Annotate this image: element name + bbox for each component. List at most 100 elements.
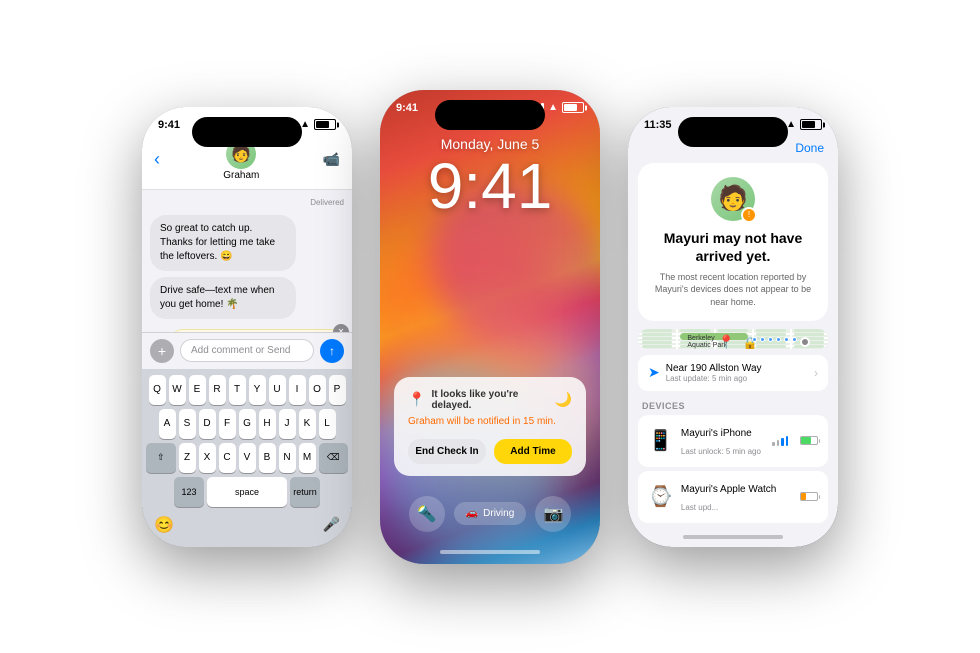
main-scene: 9:41 ▲ ‹ 🧑 (0, 0, 980, 653)
back-button[interactable]: ‹ (154, 149, 160, 170)
key-l[interactable]: L (319, 409, 336, 439)
key-v[interactable]: V (239, 443, 256, 473)
key-c[interactable]: C (219, 443, 236, 473)
device-row-watch[interactable]: ⌚ Mayuri's Apple Watch Last upd... (638, 471, 828, 523)
key-delete[interactable]: ⌫ (319, 443, 349, 473)
key-b[interactable]: B (259, 443, 276, 473)
location-row[interactable]: ➤ Near 190 Allston Way Last update: 5 mi… (638, 355, 828, 391)
key-y[interactable]: Y (249, 375, 266, 405)
key-e[interactable]: E (189, 375, 206, 405)
alert-warning-badge: ! (741, 207, 757, 223)
message-bubble-2: Drive safe—text me when you get home! 🌴 (150, 277, 296, 319)
key-return[interactable]: return (290, 477, 320, 507)
message-body: Delivered So great to catch up. Thanks f… (142, 190, 352, 332)
key-r[interactable]: R (209, 375, 226, 405)
driving-pill[interactable]: 🚗 Driving (454, 502, 527, 525)
dynamic-island-2 (435, 100, 545, 130)
key-space[interactable]: space (207, 477, 287, 507)
flashlight-button[interactable]: 🔦 (409, 496, 445, 532)
device-name-iphone: Mayuri's iPhone (681, 428, 752, 439)
alert-avatar-wrap: 🧑 ! (711, 177, 755, 221)
key-o[interactable]: O (309, 375, 326, 405)
mic-button[interactable]: 🎤 (319, 512, 344, 537)
keyboard-row-4: 123 space return (146, 477, 348, 507)
key-j[interactable]: J (279, 409, 296, 439)
message-input-bar: + Add comment or Send ↑ (142, 332, 352, 369)
location-info-left: ➤ Near 190 Allston Way Last update: 5 mi… (648, 363, 762, 383)
key-s[interactable]: S (179, 409, 196, 439)
send-button[interactable]: ↑ (320, 339, 344, 363)
key-a[interactable]: A (159, 409, 176, 439)
alert-card: 🧑 ! Mayuri may not have arrived yet. The… (638, 163, 828, 321)
alert-status-time: 11:35 (644, 119, 672, 131)
key-u[interactable]: U (269, 375, 286, 405)
alert-screen: 11:35 ▲ Done (628, 107, 838, 547)
key-k[interactable]: K (299, 409, 316, 439)
keyboard: Q W E R T Y U I O P A S D (142, 369, 352, 547)
lock-notif-buttons: End Check In Add Time (408, 439, 572, 464)
messages-screen: 9:41 ▲ ‹ 🧑 (142, 107, 352, 547)
map-background: BerkeleyAquatic Park 📍 🔒 (638, 329, 828, 349)
key-d[interactable]: D (199, 409, 216, 439)
key-g[interactable]: G (239, 409, 256, 439)
device-name-watch: Mayuri's Apple Watch (681, 484, 776, 495)
device-update-iphone: Last unlock: 5 min ago (681, 447, 761, 456)
key-q[interactable]: Q (149, 375, 166, 405)
lock-content: 9:41 ▲ Monday, June 5 9:41 (380, 90, 600, 564)
key-p[interactable]: P (329, 375, 346, 405)
checkin-app-icon: 📍 (408, 391, 425, 408)
done-button[interactable]: Done (795, 141, 824, 155)
lock-notif-title: It looks like you're delayed. (431, 389, 548, 411)
key-x[interactable]: X (199, 443, 216, 473)
keyboard-row-1: Q W E R T Y U I O P (146, 375, 348, 405)
key-shift[interactable]: ⇧ (146, 443, 176, 473)
device-row-iphone[interactable]: 📱 Mayuri's iPhone Last unlock: 5 min ago (638, 415, 828, 467)
key-i[interactable]: I (289, 375, 306, 405)
lock-screen: 9:41 ▲ Monday, June 5 9:41 (380, 90, 600, 564)
iphone-device-icon: 📱 (648, 428, 673, 453)
driving-label: Driving (483, 508, 514, 519)
message-input[interactable]: Add comment or Send (180, 339, 314, 362)
key-n[interactable]: N (279, 443, 296, 473)
key-t[interactable]: T (229, 375, 246, 405)
key-z[interactable]: Z (179, 443, 196, 473)
driving-icon: 🚗 (466, 508, 478, 519)
lock-bottom-bar: 🔦 🚗 Driving 📷 (380, 486, 600, 546)
location-chevron-icon: › (814, 366, 818, 380)
checkin-card: ✕ ✓ Check In Home · Berkeley Around 11:0… (169, 329, 344, 332)
lock-notif-body: Graham will be notified in 15 min. (408, 415, 572, 429)
phone-messages: 9:41 ▲ ‹ 🧑 (142, 107, 352, 547)
watch-device-icon: ⌚ (648, 484, 673, 509)
alert-title: Mayuri may not have arrived yet. (650, 229, 816, 265)
key-h[interactable]: H (259, 409, 276, 439)
location-details: Near 190 Allston Way Last update: 5 min … (666, 363, 762, 383)
add-attachment-button[interactable]: + (150, 339, 174, 363)
lock-notification: 📍 It looks like you're delayed. 🌙 Graham… (394, 377, 586, 476)
key-m[interactable]: M (299, 443, 316, 473)
add-time-button[interactable]: Add Time (494, 439, 572, 464)
lock-home-indicator (440, 550, 540, 554)
key-f[interactable]: F (219, 409, 236, 439)
device-battery-watch (800, 492, 818, 501)
key-num[interactable]: 123 (174, 477, 204, 507)
checkin-close-button[interactable]: ✕ (333, 324, 349, 332)
message-bubble-1: So great to catch up. Thanks for letting… (150, 215, 296, 271)
key-w[interactable]: W (169, 375, 186, 405)
location-map[interactable]: BerkeleyAquatic Park 📍 🔒 (638, 329, 828, 349)
phone-checkin-alert: 11:35 ▲ Done (628, 107, 838, 547)
video-call-button[interactable]: 📹 (323, 151, 340, 168)
map-location-trail (752, 337, 797, 342)
end-checkin-button[interactable]: End Check In (408, 439, 486, 464)
keyboard-row-2: A S D F G H J K L (146, 409, 348, 439)
keyboard-row-3: ⇧ Z X C V B N M ⌫ (146, 443, 348, 473)
dynamic-island-3 (678, 117, 788, 147)
camera-button[interactable]: 📷 (535, 496, 571, 532)
lock-notif-header: 📍 It looks like you're delayed. 🌙 (408, 389, 572, 411)
dynamic-island-1 (192, 117, 302, 147)
delivered-label: Delivered (150, 198, 344, 207)
map-destination-pin: 📍 (718, 334, 735, 348)
lock-notif-emoji: 🌙 (555, 391, 572, 408)
device-update-watch: Last upd... (681, 503, 718, 512)
emoji-button[interactable]: 😊 (150, 511, 178, 539)
device-battery-iphone (800, 436, 818, 445)
